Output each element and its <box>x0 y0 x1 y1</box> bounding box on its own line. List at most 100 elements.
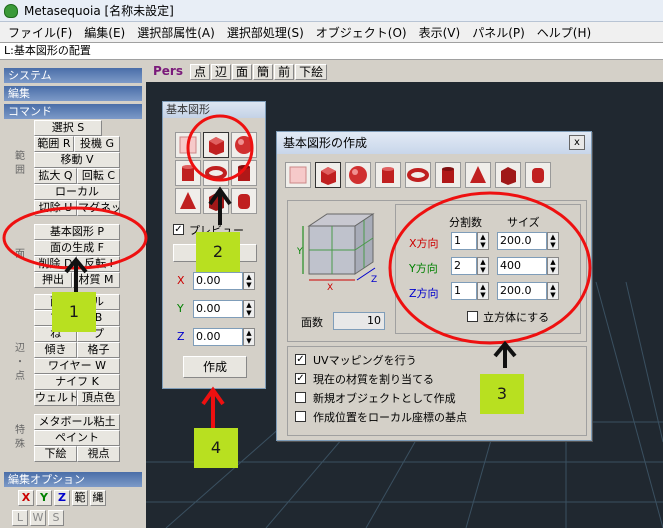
weld-button[interactable]: ウェルト <box>34 390 77 406</box>
axis-z-toggle[interactable]: Z <box>54 490 70 506</box>
vertex-mode-button[interactable]: 点 <box>190 64 211 80</box>
coord-x-spinner[interactable]: ▲ ▼ <box>243 272 255 290</box>
menu-object[interactable]: オブジェクト(O) <box>310 24 413 41</box>
axis-y-toggle[interactable]: Y <box>36 490 52 506</box>
menu-help[interactable]: ヘルプ(H) <box>531 24 597 41</box>
range-button[interactable]: 範囲 R <box>34 136 74 152</box>
select-button[interactable]: 選択 S <box>34 120 102 136</box>
menu-file[interactable]: ファイル(F) <box>2 24 78 41</box>
shape-plane-button[interactable] <box>175 132 201 158</box>
material-button[interactable]: 材質 M <box>72 272 120 288</box>
axis-x-toggle[interactable]: X <box>18 490 34 506</box>
z-div-spinner[interactable]: ▲ ▼ <box>477 282 489 300</box>
wire-button[interactable]: ワイヤー W <box>34 358 120 374</box>
section-system[interactable]: システム <box>4 68 142 83</box>
mirror-button[interactable]: 切除 U <box>34 200 77 216</box>
tilt-button[interactable]: 傾き <box>34 342 77 358</box>
menu-panel[interactable]: パネル(P) <box>466 24 531 41</box>
section-edit[interactable]: 編集 <box>4 86 142 101</box>
shape-torus-button[interactable] <box>203 160 229 186</box>
shape-pipe-button[interactable] <box>231 160 257 186</box>
shape-cone-button[interactable] <box>175 188 201 214</box>
rope-toggle[interactable]: 縄 <box>90 490 106 506</box>
dlg-shape-pipe[interactable] <box>435 162 461 188</box>
shape-cylinder-button[interactable] <box>175 160 201 186</box>
lasso-button[interactable]: 投機 G <box>74 136 120 152</box>
underlay-view-button[interactable]: 下絵 <box>295 64 328 80</box>
dlg-shape-cube[interactable] <box>315 162 341 188</box>
metaball-button[interactable]: メタボール粘土 <box>34 414 120 430</box>
y-size-spinner[interactable]: ▲ ▼ <box>547 257 559 275</box>
dlg-shape-box[interactable] <box>495 162 521 188</box>
shape-cube-button[interactable] <box>203 132 229 158</box>
local-button[interactable]: ローカル <box>34 184 120 200</box>
create-button[interactable]: 作成 <box>183 356 247 378</box>
dlg-shape-cylinder[interactable] <box>375 162 401 188</box>
edge-mode-button[interactable]: 辺 <box>211 64 232 80</box>
coord-y-spinner[interactable]: ▲ ▼ <box>243 300 255 318</box>
scale-button[interactable]: 拡大 Q <box>34 168 77 184</box>
menu-edit[interactable]: 編集(E) <box>78 24 131 41</box>
annotation-label-4: 4 <box>194 428 238 468</box>
x-size-input[interactable]: 200.0 <box>497 232 547 250</box>
cube-checkbox[interactable] <box>467 311 478 322</box>
new-object-checkbox[interactable] <box>295 392 306 403</box>
world-toggle[interactable]: W <box>30 510 46 526</box>
knife-button[interactable]: ナイフ K <box>34 374 120 390</box>
move-button[interactable]: 移動 V <box>34 152 120 168</box>
local-toggle[interactable]: L <box>12 510 28 526</box>
face-gen-button[interactable]: 面の生成 F <box>34 240 120 256</box>
preview-checkbox[interactable]: ✓ <box>173 224 184 235</box>
paint-button[interactable]: ペイント <box>34 430 120 446</box>
dlg-shape-sphere[interactable] <box>345 162 371 188</box>
x-div-spinner[interactable]: ▲ ▼ <box>477 232 489 250</box>
coord-x-input[interactable]: 0.00 <box>193 272 243 290</box>
extrude-button[interactable]: 押出 <box>34 272 72 288</box>
plane-icon <box>179 136 197 154</box>
menu-selection-attr[interactable]: 選択部属性(A) <box>131 24 221 41</box>
y-size-input[interactable]: 400 <box>497 257 547 275</box>
z-size-input[interactable]: 200.0 <box>497 282 547 300</box>
coord-y-input[interactable]: 0.00 <box>193 300 243 318</box>
shape-capsule-button[interactable] <box>231 188 257 214</box>
front-view-button[interactable]: 前 <box>274 64 295 80</box>
uv-mapping-checkbox[interactable]: ✓ <box>295 354 306 365</box>
assign-material-checkbox[interactable]: ✓ <box>295 373 306 384</box>
flip-button[interactable]: 反転 I <box>77 256 120 272</box>
menu-view[interactable]: 表示(V) <box>413 24 467 41</box>
screen-toggle[interactable]: S <box>48 510 64 526</box>
local-origin-checkbox[interactable] <box>295 411 306 422</box>
uv-mapping-label: UVマッピングを行う <box>313 354 417 367</box>
y-div-spinner[interactable]: ▲ ▼ <box>477 257 489 275</box>
simple-mode-button[interactable]: 簡 <box>253 64 274 80</box>
z-size-spinner[interactable]: ▲ ▼ <box>547 282 559 300</box>
underlay-button[interactable]: 下絵 <box>34 446 77 462</box>
x-size-spinner[interactable]: ▲ ▼ <box>547 232 559 250</box>
y-div-input[interactable]: 2 <box>451 257 477 275</box>
dlg-shape-torus[interactable] <box>405 162 431 188</box>
section-command[interactable]: コマンド <box>4 104 142 119</box>
close-icon[interactable]: x <box>569 135 585 150</box>
dlg-shape-cone[interactable] <box>465 162 491 188</box>
rotate-button[interactable]: 回転 C <box>77 168 120 184</box>
shape-box-button[interactable] <box>203 188 229 214</box>
section-edit-option[interactable]: 編集オプション <box>4 472 142 487</box>
range-toggle[interactable]: 範 <box>72 490 88 506</box>
z-div-input[interactable]: 1 <box>451 282 477 300</box>
shape-sphere-button[interactable] <box>231 132 257 158</box>
dlg-shape-capsule[interactable] <box>525 162 551 188</box>
capsule-icon <box>532 168 544 183</box>
viewpoint-button[interactable]: 視点 <box>77 446 120 462</box>
perspective-toggle[interactable]: Pers <box>150 64 186 80</box>
delete-button[interactable]: 削除 D <box>34 256 77 272</box>
face-mode-button[interactable]: 面 <box>232 64 253 80</box>
magnet-button[interactable]: マグネット <box>77 200 120 216</box>
dlg-shape-plane[interactable] <box>285 162 311 188</box>
coord-z-input[interactable]: 0.00 <box>193 328 243 346</box>
lattice-button[interactable]: 格子 <box>77 342 120 358</box>
x-div-input[interactable]: 1 <box>451 232 477 250</box>
basic-shape-button[interactable]: 基本図形 P <box>34 224 120 240</box>
vertex-color-button[interactable]: 頂点色 <box>77 390 120 406</box>
menu-selection-proc[interactable]: 選択部処理(S) <box>221 24 310 41</box>
coord-z-spinner[interactable]: ▲ ▼ <box>243 328 255 346</box>
